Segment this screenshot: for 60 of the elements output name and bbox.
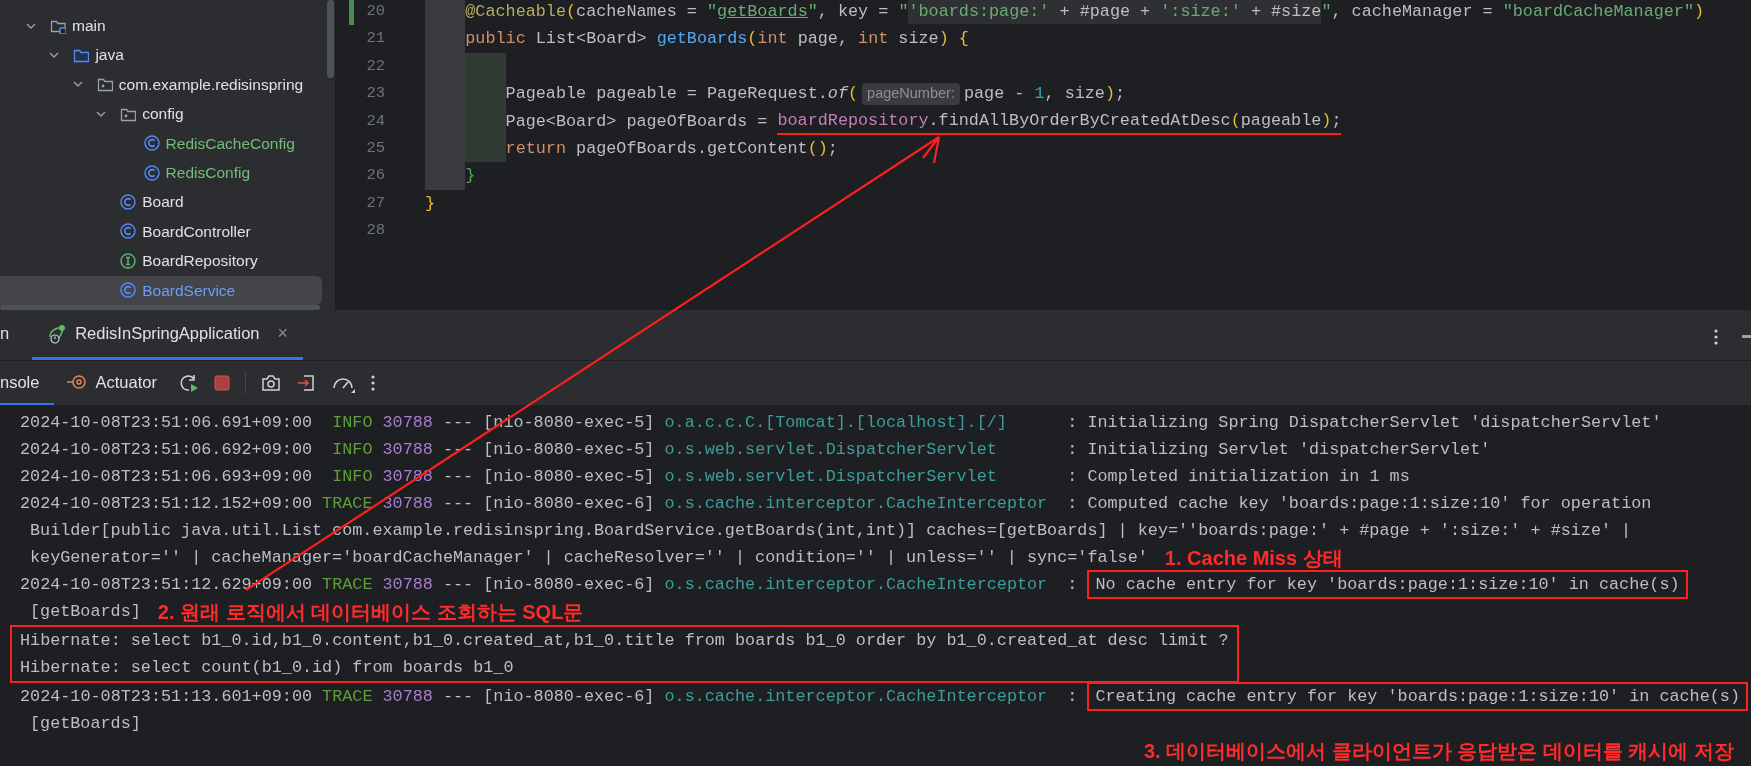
tree-item[interactable]: com.example.redisinspring [0,69,322,100]
log-line: 2024-10-08T23:51:06.692+09:00 INFO 30788 --- [nio-8080-exec-5] o.s.web.servlet.DispatcherServlet : Initializing Servlet 'dispatcherServlet' [20,438,1491,461]
line-number: 24 [365,110,385,132]
actuator-icon [67,374,88,390]
line-number: 23 [365,83,385,105]
tree-item[interactable]: java [0,40,322,70]
rerun-icon[interactable] [178,373,199,393]
line-number: 28 [365,220,385,242]
log-line: [getBoards] [30,712,141,735]
line-number: 20 [365,1,385,23]
class-icon [120,282,137,299]
console-tab[interactable]: nsole [0,361,55,405]
annotation-note: 3. 데이터베이스에서 클라이언트가 응답받은 데이터를 캐시에 저장 [1143,738,1734,764]
class-icon [143,135,160,152]
camera-icon[interactable] [260,374,281,392]
more-options-icon[interactable] [369,374,376,392]
stop-icon[interactable] [213,375,230,391]
class-icon [120,223,137,240]
tree-item[interactable]: BoardRepository [0,246,322,276]
line-number: 27 [365,192,385,214]
annotation-note: 2. 원래 로직에서 데이터베이스 조회하는 SQL문 [157,599,584,625]
console-tab[interactable]: Actuator [67,361,157,405]
annotation-note: 1. Cache Miss 상태 [1164,545,1343,571]
line-number: 26 [365,165,385,187]
run-config-icon [47,323,68,344]
tree-item[interactable]: BoardService [0,275,322,305]
class-icon [120,194,137,211]
code-line: public List<Board> getBoards(int page, int size) { [425,25,969,53]
scrollbar-thumb[interactable] [0,305,320,310]
tree-item[interactable]: RedisCacheConfig [0,128,322,158]
line-number: 21 [365,28,385,50]
tool-window-tab[interactable]: n [0,310,16,360]
log-line: 2024-10-08T23:51:12.152+09:00 TRACE 30788 --- [nio-8080-exec-6] o.s.cache.interceptor.CacheInterceptor : Computed cache key 'boards:page:1:size:10' for operation [20,492,1652,515]
log-line: Hibernate: select b1_0.id,b1_0.content,b1_0.created_at,b1_0.title from boards b1_0 order by b1_0.created_at desc limit ? [20,629,1229,652]
code-line: } [425,192,436,215]
folder-icon [73,47,90,64]
tree-item[interactable]: BoardController [0,216,322,247]
tree-item[interactable]: RedisConfig [0,157,322,188]
log-line: Builder[public java.util.List com.example.redisinspring.BoardService.getBoards(int,int)] caches=[getBoards] | key=''boards:page:' + #page + ':size:' + #size' | [30,519,1632,542]
tree-item[interactable]: Board [0,187,322,217]
tree-item[interactable]: main [0,11,322,41]
indent-highlight [465,52,506,81]
code-line: @Cacheable(cacheNames = "getBoards", key = "'boards:page:' + #page + ':size:' + #size", cacheManager = "boardCacheManager") [425,0,1705,26]
more-options-icon[interactable] [1713,328,1719,346]
log-line: [getBoards] [30,600,141,623]
log-line: Hibernate: select count(b1_0.id) from boards b1_0 [20,656,514,679]
class-icon [143,164,160,181]
tree-item[interactable]: config [0,99,322,129]
interface-icon [120,252,137,269]
line-number: 22 [365,55,385,77]
code-line: Page<Board> pageOfBoards = boardRepository.findAllByOrderByCreatedAtDesc(pageable); [425,107,1342,135]
exit-icon[interactable] [295,373,316,393]
code-line: Pageable pageable = PageRequest.of( pageNumber: page - 1, size); [425,80,1126,108]
scrollbar-thumb[interactable] [327,0,334,78]
folder-icon [96,76,113,93]
code-line: } [425,162,476,190]
line-number: 25 [365,138,385,159]
close-button[interactable]: × [277,320,289,347]
code-line: return pageOfBoards.getContent(); [425,134,838,163]
log-line: 2024-10-08T23:51:13.601+09:00 TRACE 30788 --- [nio-8080-exec-6] o.s.cache.interceptor.CacheInterceptor : Creating cache entry for key 'boards:page:1:size:10' in cache(s) [20,682,1748,711]
